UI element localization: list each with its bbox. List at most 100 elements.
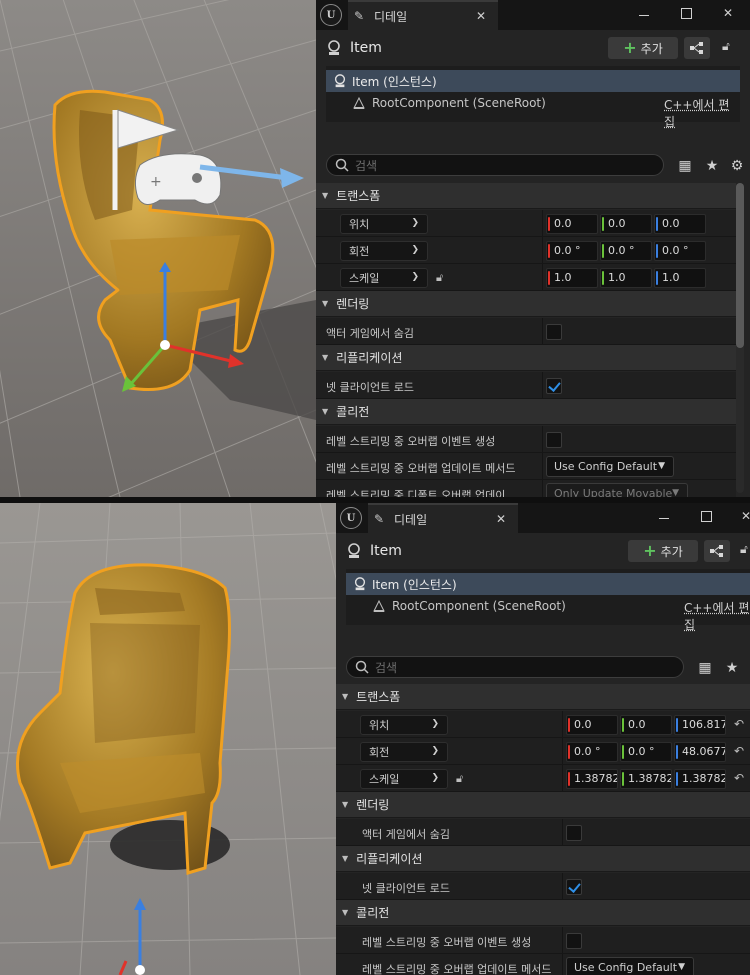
- hidden-in-game-checkbox[interactable]: [546, 324, 562, 340]
- scrollbar-thumb[interactable]: [736, 183, 744, 348]
- chevron-down-icon: ❯: [411, 245, 419, 255]
- add-component-button[interactable]: + 추가: [628, 540, 698, 562]
- chevron-down-icon: ❯: [431, 719, 439, 729]
- tab-details[interactable]: ✎ 디테일 ✕: [348, 0, 498, 30]
- lock-icon[interactable]: 🔓︎: [740, 542, 750, 560]
- scale-x-field[interactable]: 1.38782: [566, 769, 618, 789]
- tab-details[interactable]: ✎ 디테일 ✕: [368, 503, 518, 533]
- default-update-dropdown[interactable]: Only Update Movable ▼: [546, 483, 688, 497]
- category-label: 콜리전: [356, 906, 390, 920]
- net-load-checkbox[interactable]: [566, 879, 582, 895]
- rotation-mode-dropdown[interactable]: 회전 ❯: [340, 241, 428, 261]
- category-replication[interactable]: ▼ 리플리케이션: [316, 345, 736, 371]
- search-row: 검색 ▦ ★: [336, 654, 750, 682]
- location-mode-dropdown[interactable]: 위치 ❯: [360, 715, 448, 735]
- rotation-z-field[interactable]: 48.0677: [674, 742, 726, 762]
- table-view-icon[interactable]: ▦: [696, 659, 714, 677]
- rotation-y-field[interactable]: 0.0 °: [600, 241, 652, 261]
- category-transform[interactable]: ▼ 트랜스폼: [336, 684, 750, 710]
- tree-item-instance[interactable]: Item (인스턴스): [326, 70, 740, 92]
- favorite-star-icon[interactable]: ★: [723, 659, 741, 677]
- rotation-x-field[interactable]: 0.0 °: [546, 241, 598, 261]
- favorite-star-icon[interactable]: ★: [703, 157, 721, 175]
- location-x-field[interactable]: 0.0: [566, 715, 618, 735]
- search-placeholder: 검색: [355, 158, 378, 173]
- location-z-field[interactable]: 106.817: [674, 715, 726, 735]
- details-panel-top: U ✎ 디테일 ✕ ✕ Item + 추가 🔓︎ Item (인스턴스) Roo…: [316, 0, 750, 497]
- add-label: 추가: [640, 41, 663, 56]
- rotation-y-field[interactable]: 0.0 °: [620, 742, 672, 762]
- overlap-events-checkbox[interactable]: [546, 432, 562, 448]
- actor-name: Item: [350, 40, 382, 56]
- scale-mode-dropdown[interactable]: 스케일 ❯: [360, 769, 448, 789]
- tab-close-icon[interactable]: ✕: [496, 512, 506, 526]
- close-window-icon[interactable]: ✕: [720, 5, 736, 21]
- blueprint-button[interactable]: [704, 540, 730, 562]
- maximize-icon[interactable]: [698, 508, 714, 524]
- scale-label: 스케일: [349, 272, 380, 285]
- scale-lock-icon[interactable]: 🔓︎: [436, 271, 448, 285]
- minimize-icon[interactable]: [636, 5, 652, 21]
- tab-close-icon[interactable]: ✕: [476, 9, 486, 23]
- scrollbar[interactable]: [736, 183, 744, 493]
- overlap-events-checkbox[interactable]: [566, 933, 582, 949]
- category-label: 리플리케이션: [336, 351, 403, 365]
- property-label: 액터 게임에서 숨김: [362, 828, 450, 841]
- tree-component-label: RootComponent (SceneRoot): [392, 599, 566, 613]
- category-transform[interactable]: ▼ 트랜스폼: [316, 183, 736, 209]
- blueprint-button[interactable]: [684, 37, 710, 59]
- scale-x-field[interactable]: 1.0: [546, 268, 598, 288]
- cpp-edit-link[interactable]: C++에서 편집: [664, 96, 740, 130]
- search-input[interactable]: 검색: [346, 656, 684, 678]
- reset-icon[interactable]: ↶: [734, 717, 744, 731]
- add-component-button[interactable]: + 추가: [608, 37, 678, 59]
- scale-mode-dropdown[interactable]: 스케일 ❯: [340, 268, 428, 288]
- location-mode-dropdown[interactable]: 위치 ❯: [340, 214, 428, 234]
- rotation-x-field[interactable]: 0.0 °: [566, 742, 618, 762]
- title-bar: U ✎ 디테일 ✕ ✕: [336, 503, 750, 533]
- category-rendering[interactable]: ▼ 렌더링: [336, 792, 750, 818]
- lock-icon[interactable]: 🔓︎: [722, 39, 740, 57]
- tree-item-root-component[interactable]: RootComponent (SceneRoot) C++에서 편집: [326, 92, 740, 129]
- search-input[interactable]: 검색: [326, 154, 664, 176]
- settings-gear-icon[interactable]: ⚙: [728, 157, 746, 175]
- category-collision[interactable]: ▼ 콜리전: [316, 399, 736, 425]
- category-replication[interactable]: ▼ 리플리케이션: [336, 846, 750, 872]
- reset-icon[interactable]: ↶: [734, 744, 744, 758]
- update-method-dropdown[interactable]: Use Config Default ▼: [546, 456, 674, 477]
- actor-header: Item + 추가 🔓︎: [336, 533, 750, 569]
- location-label: 위치: [349, 218, 370, 231]
- scale-z-field[interactable]: 1.0: [654, 268, 706, 288]
- cpp-edit-link[interactable]: C++에서 편집: [684, 599, 750, 633]
- category-rendering[interactable]: ▼ 렌더링: [316, 291, 736, 317]
- update-method-dropdown[interactable]: Use Config Default ▼: [566, 957, 694, 975]
- category-collision[interactable]: ▼ 콜리전: [336, 900, 750, 926]
- close-window-icon[interactable]: ✕: [738, 508, 750, 524]
- hidden-in-game-checkbox[interactable]: [566, 825, 582, 841]
- chevron-down-icon: ▼: [672, 488, 679, 497]
- table-view-icon[interactable]: ▦: [676, 157, 694, 175]
- net-load-checkbox[interactable]: [546, 378, 562, 394]
- property-row-location: 위치 ❯ 0.0 0.0 0.0: [316, 210, 736, 237]
- collapse-caret-icon: ▼: [342, 908, 349, 917]
- location-y-field[interactable]: 0.0: [620, 715, 672, 735]
- scale-y-field[interactable]: 1.38782: [620, 769, 672, 789]
- viewport-top[interactable]: +: [0, 0, 316, 497]
- tree-item-root-component[interactable]: RootComponent (SceneRoot) C++에서 편집: [346, 595, 750, 632]
- rotation-z-field[interactable]: 0.0 °: [654, 241, 706, 261]
- property-row-hidden-in-game: 액터 게임에서 숨김: [336, 819, 750, 846]
- reset-icon[interactable]: ↶: [734, 771, 744, 785]
- search-icon: [355, 660, 369, 674]
- location-x-field[interactable]: 0.0: [546, 214, 598, 234]
- rotation-mode-dropdown[interactable]: 회전 ❯: [360, 742, 448, 762]
- scale-z-field[interactable]: 1.38782: [674, 769, 726, 789]
- scale-y-field[interactable]: 1.0: [600, 268, 652, 288]
- blueprint-icon: [690, 42, 703, 54]
- location-y-field[interactable]: 0.0: [600, 214, 652, 234]
- scale-lock-icon[interactable]: 🔓︎: [456, 772, 468, 786]
- viewport-bottom[interactable]: [0, 503, 336, 975]
- maximize-icon[interactable]: [678, 5, 694, 21]
- minimize-icon[interactable]: [656, 508, 672, 524]
- location-z-field[interactable]: 0.0: [654, 214, 706, 234]
- tree-item-instance[interactable]: Item (인스턴스): [346, 573, 750, 595]
